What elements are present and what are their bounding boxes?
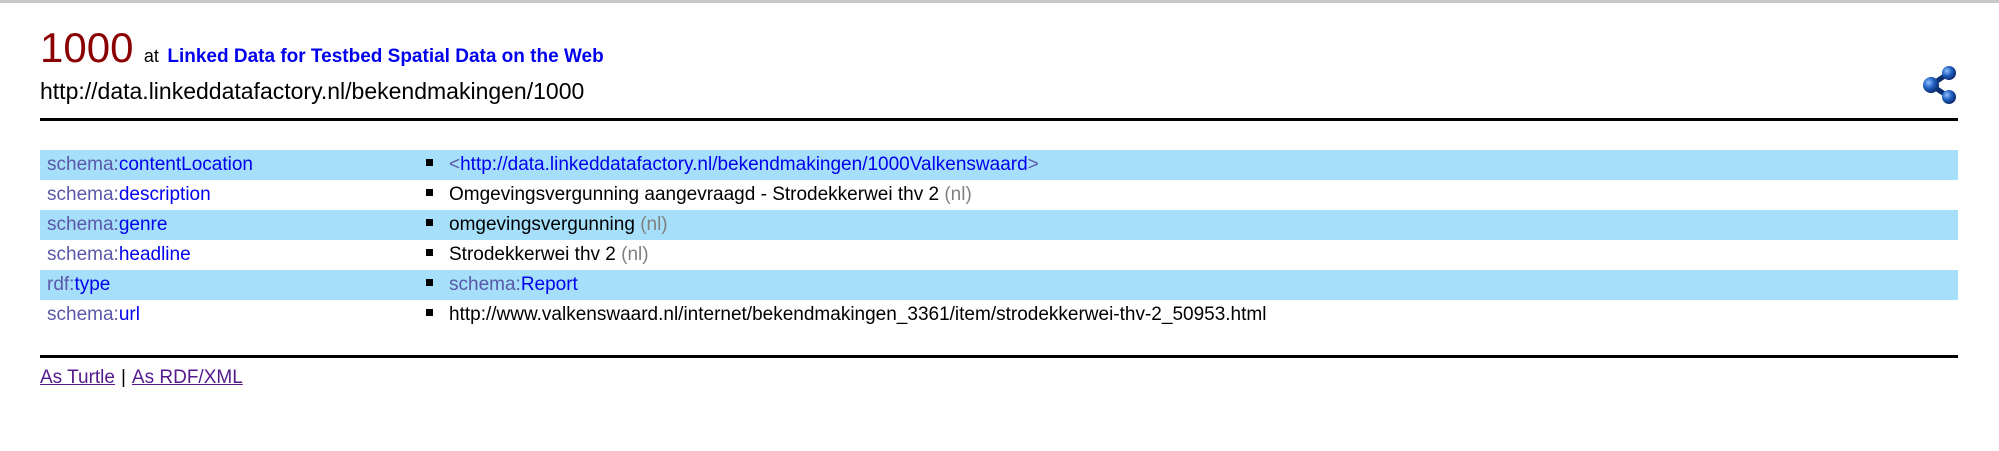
predicate[interactable]: schema:contentLocation xyxy=(47,150,253,180)
bullet-icon xyxy=(426,249,433,257)
at-label: at xyxy=(143,46,159,66)
predicate[interactable]: schema:description xyxy=(47,180,211,210)
object-value: schema:Report xyxy=(426,270,578,300)
bullet-icon xyxy=(426,309,433,317)
object-local-name[interactable]: Report xyxy=(521,274,578,295)
predicate-local-name[interactable]: type xyxy=(74,274,110,295)
resource-id: 1000 xyxy=(40,24,134,71)
uri-open-bracket: < xyxy=(449,154,461,175)
property-table: schema:contentLocation <http://data.linke… xyxy=(40,150,1958,330)
header: 1000 at Linked Data for Testbed Spatial … xyxy=(40,0,1958,118)
predicate-prefix[interactable]: schema: xyxy=(47,304,119,325)
object-literal: omgevingsvergunning xyxy=(449,214,635,235)
footer-divider xyxy=(40,355,1958,358)
property-row: schema:headline Strodekkerwei thv 2 (nl) xyxy=(40,240,1958,270)
property-row: rdf:type schema:Report xyxy=(40,270,1958,300)
bullet-icon xyxy=(426,279,433,287)
property-row: schema:description Omgevingsvergunning aa… xyxy=(40,180,1958,210)
predicate-prefix[interactable]: schema: xyxy=(47,214,119,235)
predicate-local-name[interactable]: url xyxy=(119,304,140,325)
dataset-title-link[interactable]: Linked Data for Testbed Spatial Data on … xyxy=(167,46,603,67)
uri-close-bracket: > xyxy=(1027,154,1039,175)
predicate[interactable]: rdf:type xyxy=(47,270,110,300)
object-literal: Omgevingsvergunning aangevraagd - Strode… xyxy=(449,184,940,205)
predicate[interactable]: schema:headline xyxy=(47,240,191,270)
object-plain-value: http://www.valkenswaard.nl/internet/beke… xyxy=(449,304,1267,325)
bullet-icon xyxy=(426,159,433,167)
object-value: http://www.valkenswaard.nl/internet/beke… xyxy=(426,300,1266,330)
object-value: Omgevingsvergunning aangevraagd - Strode… xyxy=(426,180,972,210)
language-tag: (nl) xyxy=(640,214,668,235)
footer-separator: | xyxy=(120,367,126,388)
predicate-local-name[interactable]: contentLocation xyxy=(119,154,253,175)
bullet-icon xyxy=(426,189,433,197)
predicate-local-name[interactable]: genre xyxy=(119,214,168,235)
title-line: 1000 at Linked Data for Testbed Spatial … xyxy=(40,24,604,72)
predicate-prefix[interactable]: schema: xyxy=(47,244,119,265)
header-divider xyxy=(40,118,1958,121)
property-row: schema:genre omgevingsvergunning (nl) xyxy=(40,210,1958,240)
predicate-local-name[interactable]: headline xyxy=(119,244,191,265)
property-row: schema:contentLocation <http://data.linke… xyxy=(40,150,1958,180)
property-row: schema:url http://www.valkenswaard.nl/int… xyxy=(40,300,1958,330)
share-icon[interactable] xyxy=(1920,65,1958,105)
as-turtle-link[interactable]: As Turtle xyxy=(40,367,115,388)
as-rdfxml-link[interactable]: As RDF/XML xyxy=(132,367,243,388)
object-value: <http://data.linkeddatafactory.nl/bekend… xyxy=(426,150,1039,180)
object-value: omgevingsvergunning (nl) xyxy=(426,210,668,240)
object-prefix[interactable]: schema: xyxy=(449,274,521,295)
predicate[interactable]: schema:url xyxy=(47,300,140,330)
object-value: Strodekkerwei thv 2 (nl) xyxy=(426,240,649,270)
language-tag: (nl) xyxy=(621,244,649,265)
resource-uri: http://data.linkeddatafactory.nl/bekendm… xyxy=(40,78,585,104)
predicate-prefix[interactable]: rdf: xyxy=(47,274,74,295)
predicate-prefix[interactable]: schema: xyxy=(47,154,119,175)
bullet-icon xyxy=(426,219,433,227)
predicate-local-name[interactable]: description xyxy=(119,184,211,205)
footer: As Turtle | As RDF/XML xyxy=(40,367,1958,389)
object-uri-link[interactable]: http://data.linkeddatafactory.nl/bekendm… xyxy=(460,154,1028,175)
page: 1000 at Linked Data for Testbed Spatial … xyxy=(40,0,1958,389)
language-tag: (nl) xyxy=(944,184,972,205)
predicate[interactable]: schema:genre xyxy=(47,210,167,240)
predicate-prefix[interactable]: schema: xyxy=(47,184,119,205)
object-literal: Strodekkerwei thv 2 xyxy=(449,244,616,265)
